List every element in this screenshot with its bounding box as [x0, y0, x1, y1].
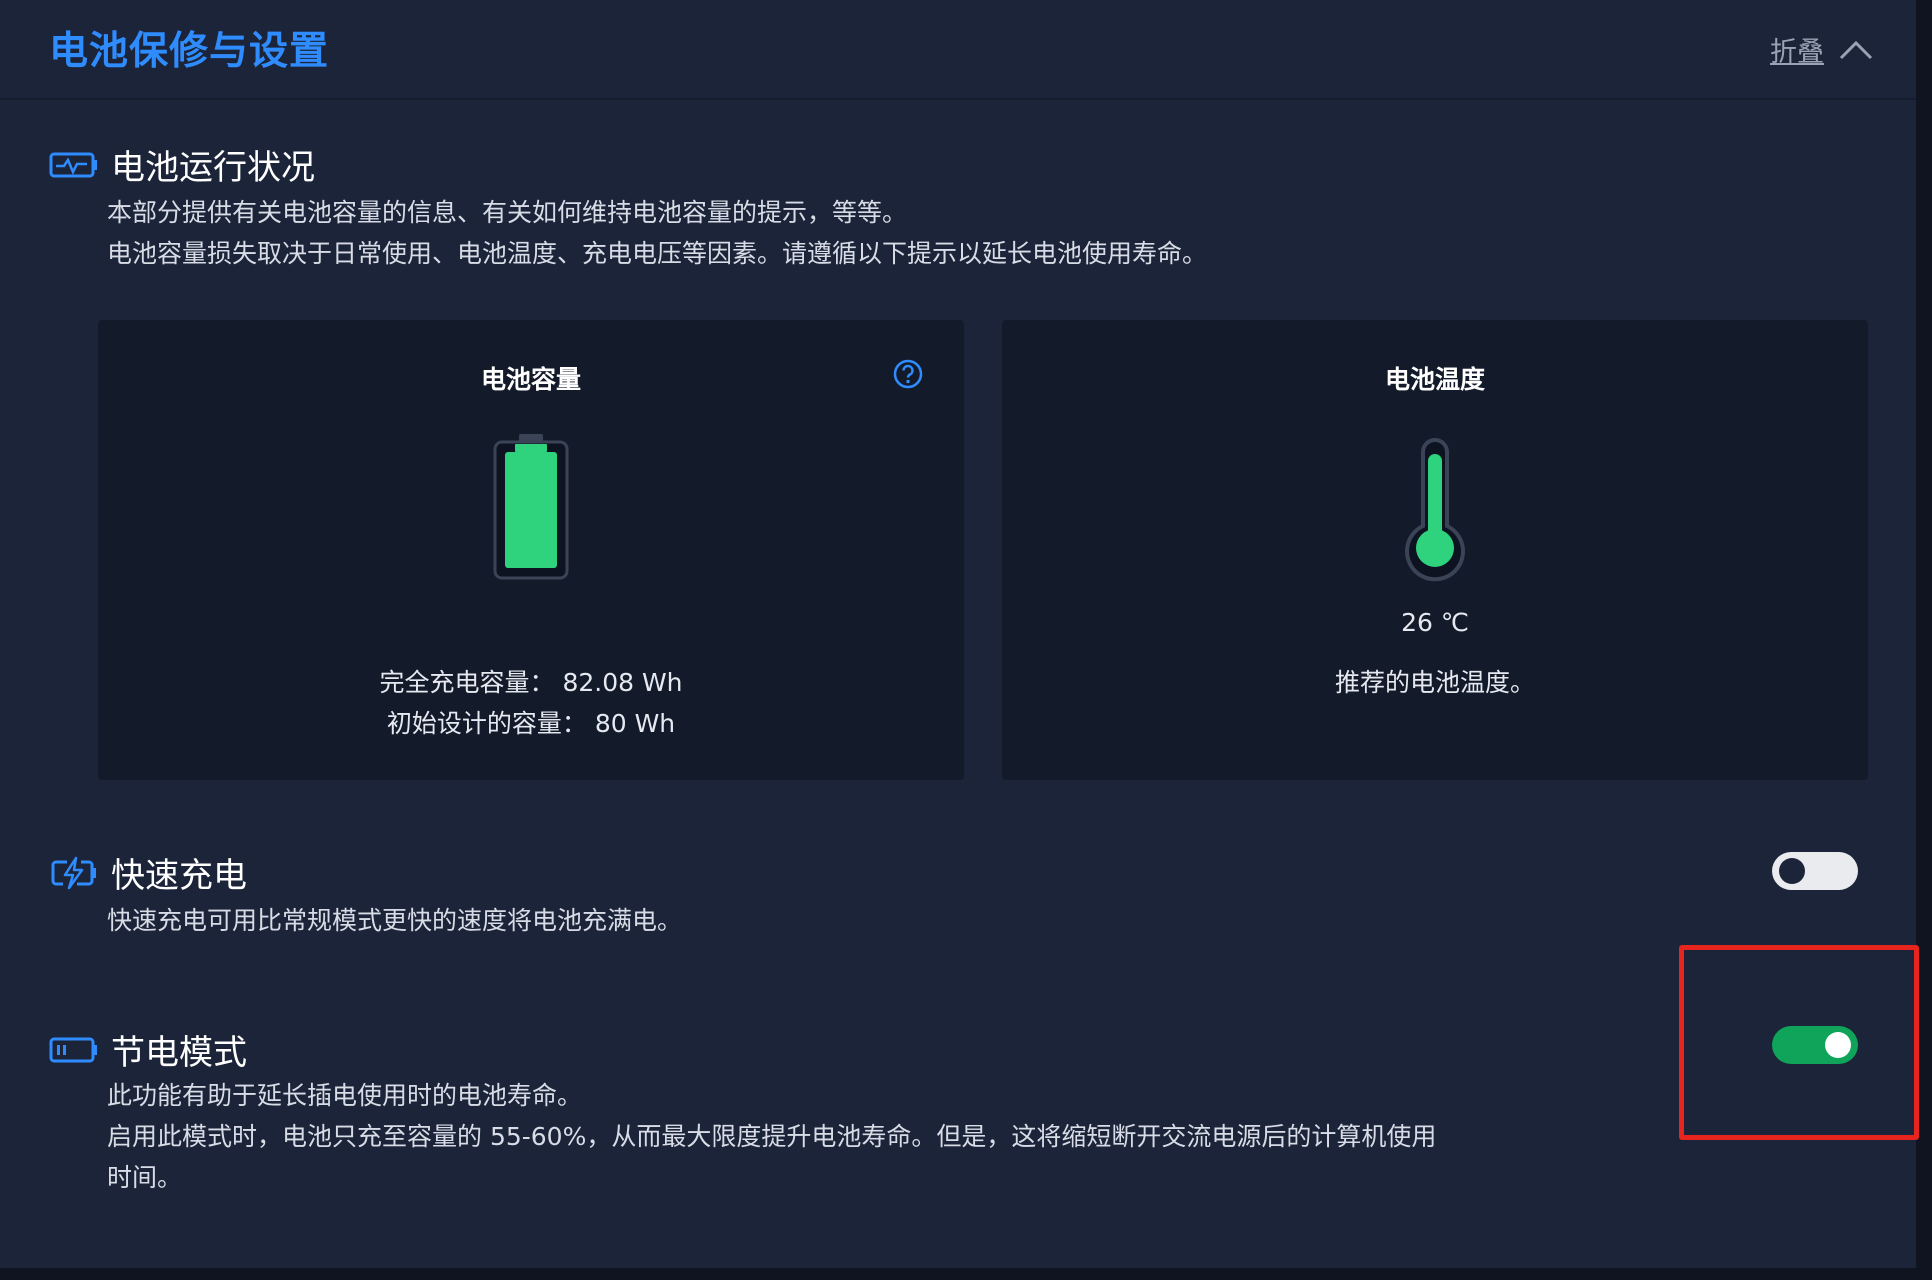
power-saving-header: 节电模式: [49, 1025, 247, 1074]
battery-status-header: 电池运行状况: [49, 140, 315, 189]
power-saving-title: 节电模式: [111, 1033, 247, 1073]
collapse-label[interactable]: 折叠: [1770, 30, 1824, 69]
battery-saver-icon: [49, 1037, 97, 1062]
full-charge-value: 82.08 Wh: [562, 668, 683, 697]
fast-charge-title: 快速充电: [111, 856, 247, 896]
design-capacity: 初始设计的容量： 80 Wh: [98, 703, 964, 744]
battery-status-description: 本部分提供有关电池容量的信息、有关如何维持电池容量的提示，等等。 电池容量损失取…: [107, 192, 1207, 274]
fast-charge-description: 快速充电可用比常规模式更快的速度将电池充满电。: [107, 906, 683, 935]
help-icon[interactable]: [892, 358, 924, 390]
power-saving-desc-line3: 时间。: [107, 1163, 183, 1192]
battery-status-desc-line2: 电池容量损失取决于日常使用、电池温度、充电电压等因素。请遵循以下提示以延长电池使…: [107, 239, 1208, 268]
design-capacity-value: 80 Wh: [594, 709, 676, 738]
highlight-box: [1679, 945, 1919, 1140]
battery-capacity-icon: [493, 434, 569, 580]
collapse-button[interactable]: 折叠: [1770, 30, 1874, 69]
panel-header: 电池保修与设置 折叠: [0, 0, 1916, 100]
full-charge-capacity: 完全充电容量： 82.08 Wh: [98, 662, 964, 703]
battery-capacity-card: 电池容量 完全充电容量： 82.08 Wh 初始设计的容量： 80 Wh: [98, 320, 964, 780]
thermometer-icon: [1405, 438, 1465, 582]
battery-settings-panel: 电池保修与设置 折叠 电池运行状况 本部分提供有关电池容量的信息、有关如何维持电…: [0, 0, 1916, 1268]
power-saving-desc-line1: 此功能有助于延长插电使用时的电池寿命。: [107, 1081, 583, 1110]
battery-status-title: 电池运行状况: [111, 148, 315, 188]
full-charge-label: 完全充电容量：: [379, 668, 555, 697]
design-capacity-label: 初始设计的容量：: [386, 709, 587, 738]
battery-capacity-title: 电池容量: [480, 365, 581, 394]
chevron-up-icon[interactable]: [1838, 38, 1874, 62]
panel-title: 电池保修与设置: [49, 29, 330, 74]
battery-status-desc-line1: 本部分提供有关电池容量的信息、有关如何维持电池容量的提示，等等。: [107, 198, 908, 227]
toggle-knob: [1779, 858, 1805, 884]
battery-temperature-title: 电池温度: [1384, 365, 1485, 394]
battery-temperature-card: 电池温度 26 ℃ 推荐的电池温度。: [1002, 320, 1868, 780]
fast-charge-toggle[interactable]: [1772, 852, 1858, 890]
battery-temperature-value: 26 ℃: [1401, 608, 1469, 637]
battery-health-icon: [49, 152, 97, 177]
battery-temperature-status: 推荐的电池温度。: [1334, 668, 1535, 697]
fast-charge-header: 快速充电: [49, 848, 247, 897]
battery-capacity-stats: 完全充电容量： 82.08 Wh 初始设计的容量： 80 Wh: [98, 662, 964, 744]
battery-level-fill: [505, 452, 557, 568]
power-saving-desc-line2: 启用此模式时，电池只充至容量的 55-60%，从而最大限度提升电池寿命。但是，这…: [107, 1122, 1437, 1151]
fast-charge-icon: [51, 856, 96, 889]
power-saving-description: 此功能有助于延长插电使用时的电池寿命。 启用此模式时，电池只充至容量的 55-6…: [107, 1075, 1436, 1198]
